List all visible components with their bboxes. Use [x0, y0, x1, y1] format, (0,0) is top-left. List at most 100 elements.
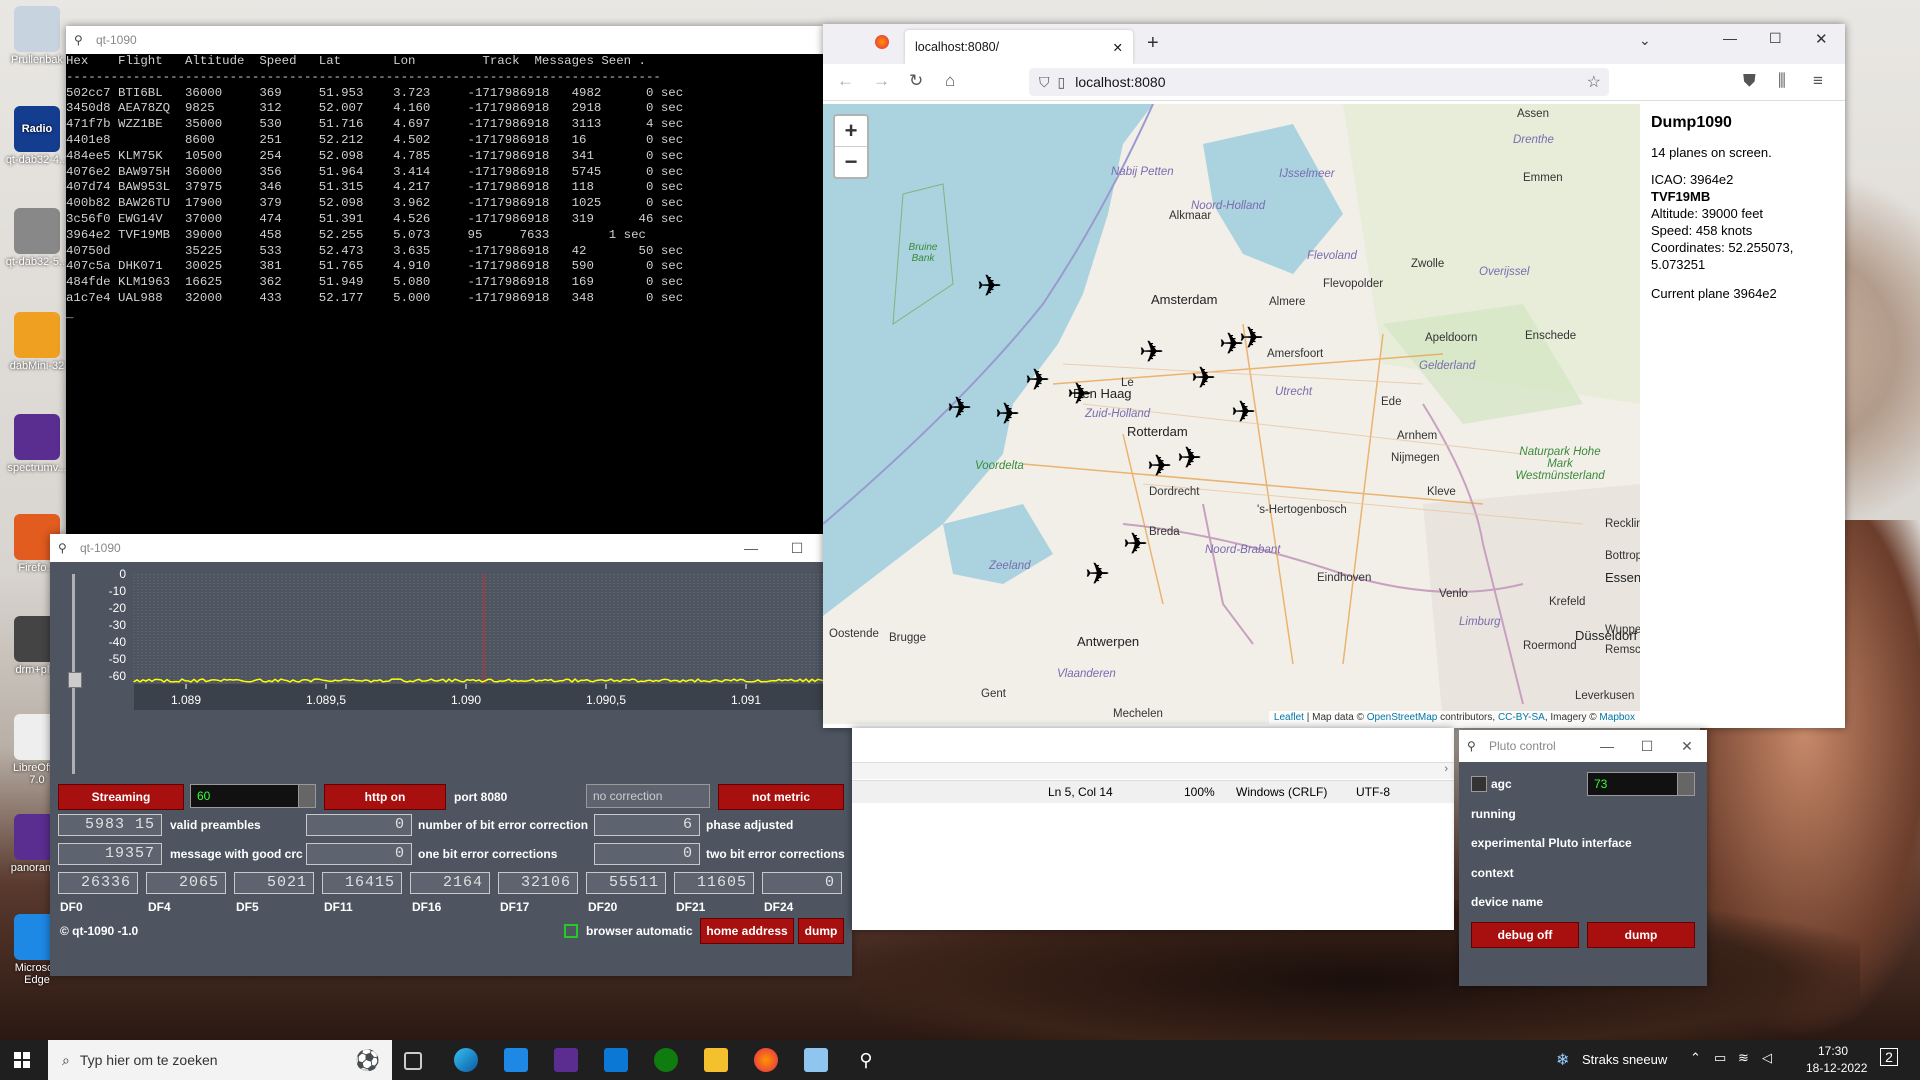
reload-icon[interactable]: ↻: [909, 71, 923, 91]
dump-button[interactable]: dump: [798, 918, 844, 944]
wifi-icon[interactable]: ≋: [1738, 1050, 1749, 1066]
taskbar-search[interactable]: ⌕ Typ hier om te zoeken ⚽: [48, 1040, 392, 1080]
pluto-titlebar[interactable]: ⚲ Pluto control — ☐ ✕: [1459, 730, 1707, 762]
leaflet-link[interactable]: Leaflet: [1274, 712, 1304, 723]
new-tab-button[interactable]: +: [1147, 32, 1159, 55]
desktop-icon[interactable]: dabMini-32: [4, 312, 70, 372]
pocket-icon[interactable]: ⛊: [1743, 71, 1756, 91]
map-view[interactable]: Assen Drenthe Emmen Nabij Petten IJsselmeer N…: [823, 104, 1640, 724]
http-button[interactable]: http on: [324, 784, 446, 810]
airplane-marker-icon[interactable]: ✈: [1147, 452, 1172, 482]
console-window[interactable]: ⚲ qt-1090 Hex Flight Altitude Speed Lat …: [66, 26, 824, 534]
console-row: 3964e2 TVF19MB 39000 458 52.255 5.073 95…: [66, 228, 646, 242]
spin-arrows[interactable]: [298, 785, 315, 807]
home-icon[interactable]: ⌂: [945, 71, 955, 91]
spin-arrows[interactable]: [1677, 773, 1694, 795]
close-button[interactable]: ✕: [1667, 738, 1707, 755]
forward-icon[interactable]: →: [873, 71, 890, 91]
streaming-button[interactable]: Streaming: [58, 784, 184, 810]
mail-icon[interactable]: [604, 1048, 628, 1072]
speed-text: Speed: 458 knots: [1651, 223, 1752, 238]
file-explorer-icon[interactable]: [704, 1048, 728, 1072]
desktop-icon[interactable]: spectrumv...: [4, 414, 70, 474]
visual-studio-icon[interactable]: [554, 1048, 578, 1072]
agc-spinbox[interactable]: 73: [1587, 772, 1695, 796]
airplane-marker-icon[interactable]: ✈: [1191, 364, 1216, 394]
tab-localhost[interactable]: localhost:8080/ ✕: [905, 30, 1133, 64]
tray-overflow-icon[interactable]: ⌃: [1690, 1050, 1701, 1066]
clock-time[interactable]: 17:30: [1818, 1044, 1848, 1058]
gain-spinbox[interactable]: 60: [190, 784, 316, 808]
maximize-button[interactable]: ☐: [1627, 738, 1667, 755]
console-titlebar[interactable]: ⚲ qt-1090: [66, 26, 824, 54]
store-icon[interactable]: [504, 1048, 528, 1072]
agc-checkbox[interactable]: [1471, 776, 1487, 792]
notepad-scrollbar[interactable]: ›: [852, 762, 1454, 779]
license-link[interactable]: CC-BY-SA: [1498, 712, 1545, 723]
airplane-marker-icon[interactable]: ✈: [1123, 530, 1148, 560]
library-icon[interactable]: ⫼: [1778, 71, 1786, 91]
airplane-marker-icon[interactable]: ✈: [995, 400, 1020, 430]
notification-icon[interactable]: 2: [1880, 1048, 1898, 1066]
airplane-marker-icon[interactable]: ✈: [977, 272, 1002, 302]
airplane-marker-icon[interactable]: ✈: [1025, 366, 1050, 396]
qt1090-taskbar-icon[interactable]: ⚲: [854, 1048, 878, 1072]
metric-button[interactable]: not metric: [718, 784, 844, 810]
debug-button[interactable]: debug off: [1471, 922, 1579, 948]
network-icon[interactable]: ▭: [1714, 1050, 1726, 1066]
airplane-marker-icon[interactable]: ✈: [1177, 444, 1202, 474]
airplane-marker-icon[interactable]: ✈: [1085, 560, 1110, 590]
edge-icon[interactable]: [454, 1048, 478, 1072]
clock-date[interactable]: 18-12-2022: [1806, 1061, 1867, 1075]
menu-icon[interactable]: ≡: [1813, 71, 1823, 91]
close-window-button[interactable]: ✕: [1815, 30, 1828, 48]
maximize-button[interactable]: ☐: [1769, 30, 1782, 47]
pluto-control-window[interactable]: ⚲ Pluto control — ☐ ✕ agc 73 running exp…: [1459, 730, 1707, 986]
gain-slider-handle[interactable]: [68, 672, 82, 688]
qt1090-window[interactable]: ⚲ qt-1090 — ☐ 0 -10 -20 -30 -40 -50 -60 1.089 1.…: [50, 534, 852, 976]
maximize-button[interactable]: ☐: [774, 540, 820, 557]
browser-automatic-checkbox[interactable]: [564, 924, 578, 938]
airplane-marker-icon[interactable]: ✈: [1067, 380, 1092, 410]
desktop-icon[interactable]: Radio qt-dab32-4...: [4, 106, 70, 166]
map-label: Limburg: [1459, 616, 1501, 628]
airplane-marker-icon[interactable]: ✈: [1139, 338, 1164, 368]
volume-icon[interactable]: ◁: [1762, 1050, 1772, 1066]
qt1090-titlebar[interactable]: ⚲ qt-1090 — ☐: [50, 534, 852, 562]
firefox-window[interactable]: localhost:8080/ ✕ + ⌄ — ☐ ✕ ← → ↻ ⌂ ⛉ ▯ …: [823, 24, 1845, 728]
weather-text[interactable]: Straks sneeuw: [1582, 1052, 1667, 1067]
minimize-button[interactable]: —: [1723, 30, 1737, 46]
zoom-control[interactable]: + −: [833, 114, 869, 179]
scroll-right-icon[interactable]: ›: [1444, 763, 1448, 775]
notepad-window[interactable]: › Ln 5, Col 14 100% Windows (CRLF) UTF-8: [852, 728, 1454, 930]
bookmark-star-icon[interactable]: ☆: [1587, 72, 1601, 92]
airplane-marker-icon[interactable]: ✈: [1231, 398, 1256, 428]
minimize-button[interactable]: —: [1587, 738, 1627, 754]
desktop-icon[interactable]: Prullenbak: [4, 6, 70, 66]
xbox-icon[interactable]: [654, 1048, 678, 1072]
airplane-marker-icon[interactable]: ✈: [1219, 330, 1244, 360]
airplane-marker-icon[interactable]: ✈: [947, 394, 972, 424]
task-view-icon[interactable]: [404, 1052, 422, 1070]
zoom-in-button[interactable]: +: [835, 116, 867, 147]
weather-icon[interactable]: ❄: [1556, 1050, 1569, 1070]
firefox-icon[interactable]: [754, 1048, 778, 1072]
start-button[interactable]: [14, 1052, 30, 1068]
close-tab-icon[interactable]: ✕: [1113, 40, 1123, 55]
correction-select[interactable]: no correction: [586, 784, 710, 808]
gain-slider[interactable]: [68, 574, 78, 774]
notepad-icon[interactable]: [804, 1048, 828, 1072]
firefox-view-icon[interactable]: [875, 35, 889, 49]
url-bar[interactable]: ⛉ ▯ localhost:8080 ☆: [1029, 68, 1609, 96]
encoding: UTF-8: [1356, 785, 1390, 799]
zoom-out-button[interactable]: −: [835, 147, 867, 177]
osm-link[interactable]: OpenStreetMap: [1367, 712, 1438, 723]
pluto-dump-button[interactable]: dump: [1587, 922, 1695, 948]
minimize-button[interactable]: —: [728, 540, 774, 556]
mapbox-link[interactable]: Mapbox: [1599, 712, 1635, 723]
shield-icon[interactable]: ⛉: [1039, 74, 1050, 91]
back-icon[interactable]: ←: [837, 71, 854, 91]
tab-list-icon[interactable]: ⌄: [1639, 32, 1651, 49]
home-address-button[interactable]: home address: [700, 918, 794, 944]
desktop-icon[interactable]: qt-dab32-5...: [4, 208, 70, 268]
